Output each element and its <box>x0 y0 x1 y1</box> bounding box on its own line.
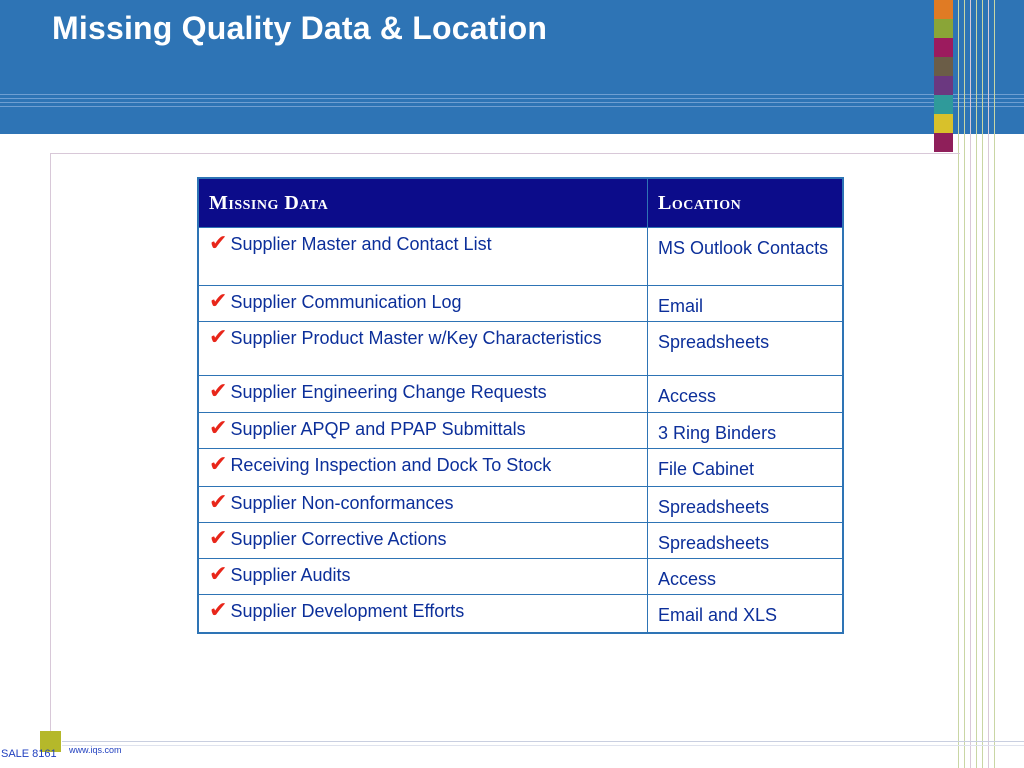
header-rule <box>0 106 1024 107</box>
checkmark-icon: ✔ <box>209 379 228 404</box>
decor-line <box>982 0 983 768</box>
checkmark-icon: ✔ <box>209 526 228 551</box>
table-row: ✔ Supplier Corrective Actions Spreadsheets <box>197 522 844 559</box>
missing-data-label: Supplier Development Efforts <box>230 601 465 621</box>
missing-data-cell: ✔ Supplier Development Efforts <box>197 594 648 633</box>
checkmark-icon: ✔ <box>209 490 228 515</box>
missing-data-cell: ✔ Supplier Engineering Change Requests <box>197 375 648 413</box>
frame-line-top <box>50 153 960 154</box>
header-rule <box>0 102 1024 103</box>
missing-data-label: Supplier APQP and PPAP Submittals <box>230 419 526 439</box>
location-label: File Cabinet <box>658 459 755 479</box>
column-header-missing-data: Missing Data <box>197 177 648 228</box>
missing-data-table: Missing Data Location ✔ Supplier Master a… <box>197 177 844 634</box>
missing-data-label: Supplier Engineering Change Requests <box>230 382 547 402</box>
column-header-location: Location <box>647 177 844 228</box>
table-row: ✔ Supplier Product Master w/Key Character… <box>197 321 844 376</box>
missing-data-label: Supplier Master and Contact List <box>230 234 492 254</box>
decor-line <box>994 0 995 768</box>
color-swatch-strip <box>934 0 953 152</box>
decor-line <box>976 0 977 768</box>
color-swatch <box>934 114 953 133</box>
table-row: ✔ Supplier Communication Log Email <box>197 285 844 322</box>
table-row: ✔ Supplier Master and Contact List MS Outl… <box>197 227 844 286</box>
checkmark-icon: ✔ <box>209 325 228 350</box>
missing-data-label: Supplier Product Master w/Key Characteri… <box>230 328 602 348</box>
decor-line <box>970 0 971 768</box>
location-label: MS Outlook Contacts <box>658 238 829 258</box>
location-label: Spreadsheets <box>658 332 770 352</box>
header-rule <box>0 94 1024 95</box>
missing-data-cell: ✔ Receiving Inspection and Dock To Stock <box>197 448 648 487</box>
table-body: ✔ Supplier Master and Contact List MS Outl… <box>197 227 844 633</box>
footer-rule <box>62 741 1024 742</box>
location-cell: Spreadsheets <box>647 321 844 376</box>
location-cell: Access <box>647 375 844 413</box>
missing-data-label: Supplier Communication Log <box>230 292 462 312</box>
frame-line-left <box>50 153 51 748</box>
location-label: Spreadsheets <box>658 497 770 517</box>
footer-url[interactable]: www.iqs.com <box>69 745 122 755</box>
location-cell: Access <box>647 558 844 595</box>
location-label: Spreadsheets <box>658 533 770 553</box>
decor-line <box>964 0 965 768</box>
location-label: Access <box>658 386 717 406</box>
location-cell: Spreadsheets <box>647 522 844 559</box>
missing-data-cell: ✔ Supplier Communication Log <box>197 285 648 322</box>
table-row: ✔ Supplier Development Efforts Email and X… <box>197 594 844 633</box>
color-swatch <box>934 95 953 114</box>
table-row: ✔ Supplier Engineering Change Requests Acc… <box>197 375 844 413</box>
checkmark-icon: ✔ <box>209 231 228 256</box>
color-swatch <box>934 133 953 152</box>
location-label: 3 Ring Binders <box>658 423 777 443</box>
location-cell: 3 Ring Binders <box>647 412 844 449</box>
header-band: Missing Quality Data & Location <box>0 0 1024 134</box>
location-cell: File Cabinet <box>647 448 844 487</box>
location-label: Access <box>658 569 717 589</box>
missing-data-cell: ✔ Supplier Product Master w/Key Character… <box>197 321 648 376</box>
missing-data-label: Receiving Inspection and Dock To Stock <box>230 455 552 475</box>
checkmark-icon: ✔ <box>209 289 228 314</box>
missing-data-label: Supplier Audits <box>230 565 351 585</box>
table-row: ✔ Receiving Inspection and Dock To Stock F… <box>197 448 844 487</box>
table-row: ✔ Supplier Non-conformances Spreadsheets <box>197 486 844 523</box>
location-cell: Email <box>647 285 844 322</box>
location-label: Email and XLS <box>658 605 778 625</box>
slide-title: Missing Quality Data & Location <box>52 10 548 46</box>
missing-data-cell: ✔ Supplier Master and Contact List <box>197 227 648 286</box>
missing-data-cell: ✔ Supplier APQP and PPAP Submittals <box>197 412 648 449</box>
missing-data-cell: ✔ Supplier Corrective Actions <box>197 522 648 559</box>
color-swatch <box>934 19 953 38</box>
checkmark-icon: ✔ <box>209 416 228 441</box>
header-rule <box>0 98 1024 99</box>
missing-data-label: Supplier Corrective Actions <box>230 529 447 549</box>
location-cell: Spreadsheets <box>647 486 844 523</box>
footer-rule <box>62 745 1024 746</box>
missing-data-cell: ✔ Supplier Audits <box>197 558 648 595</box>
color-swatch <box>934 38 953 57</box>
table-row: ✔ Supplier Audits Access <box>197 558 844 595</box>
checkmark-icon: ✔ <box>209 452 228 477</box>
color-swatch <box>934 76 953 95</box>
checkmark-icon: ✔ <box>209 598 228 623</box>
color-swatch <box>934 0 953 19</box>
location-label: Email <box>658 296 704 316</box>
missing-data-label: Supplier Non-conformances <box>230 493 454 513</box>
missing-data-cell: ✔ Supplier Non-conformances <box>197 486 648 523</box>
decor-line <box>988 0 989 768</box>
table-header-row: Missing Data Location <box>197 177 844 228</box>
footer-code: SALE 8161 <box>1 748 57 760</box>
decor-line <box>958 0 959 768</box>
color-swatch <box>934 57 953 76</box>
location-cell: MS Outlook Contacts <box>647 227 844 286</box>
table-row: ✔ Supplier APQP and PPAP Submittals 3 Ring… <box>197 412 844 449</box>
location-cell: Email and XLS <box>647 594 844 633</box>
checkmark-icon: ✔ <box>209 562 228 587</box>
